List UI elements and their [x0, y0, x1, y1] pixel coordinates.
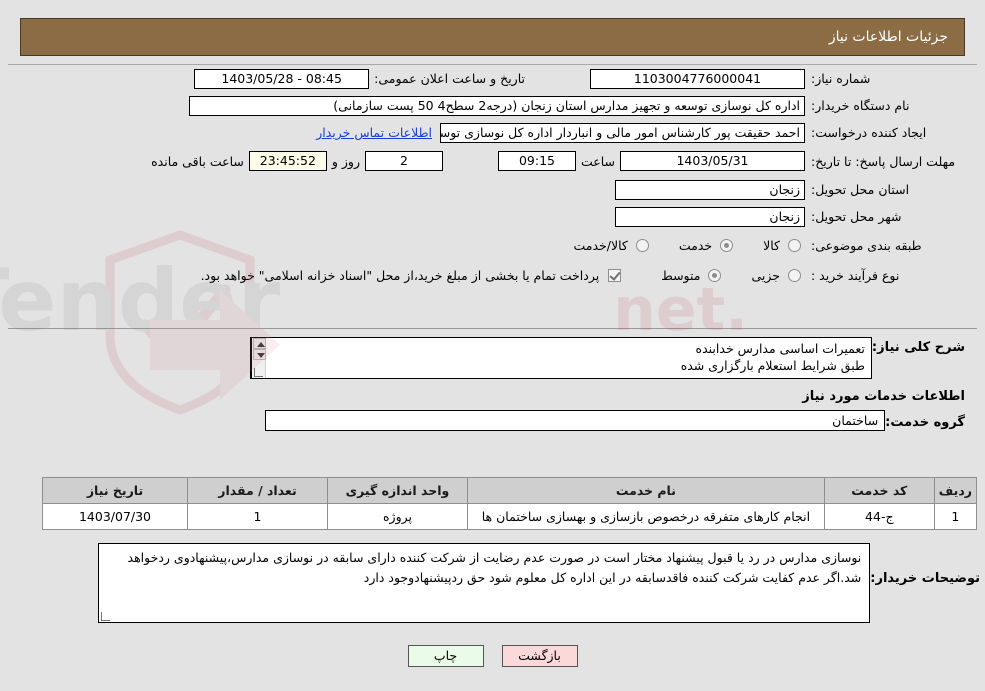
- process-option-jozei[interactable]: جزیی: [751, 268, 805, 283]
- print-button[interactable]: چاپ: [407, 645, 484, 667]
- col-unit: واحد اندازه گیری: [327, 477, 468, 504]
- requester-label: ایجاد کننده درخواست:: [811, 125, 927, 140]
- service-group-value: ساختمان: [265, 410, 886, 431]
- category-option-kala[interactable]: کالا: [763, 238, 805, 253]
- description-section: شرح کلی نیاز: تعمیرات اساسی مدارس خدابند…: [8, 333, 977, 431]
- category-option-kala-khedmat[interactable]: کالا/خدمت: [573, 238, 652, 253]
- treasury-note: پرداخت تمام یا بخشی از مبلغ خرید،از محل …: [200, 267, 600, 283]
- services-table-wrapper: ردیف کد خدمت نام خدمت واحد اندازه گیری ت…: [42, 477, 978, 530]
- announce-datetime-value: 1403/05/28 - 08:45: [194, 68, 370, 89]
- radio-icon-kala[interactable]: [788, 238, 801, 252]
- radio-icon-khedmat[interactable]: [720, 238, 734, 252]
- cell-need-date: 1403/07/30: [42, 503, 188, 530]
- city-label: شهر محل تحویل:: [811, 209, 902, 224]
- city-value: زنجان: [615, 206, 805, 227]
- footer-actions: بازگشت چاپ: [0, 645, 985, 667]
- row-process-type: نوع فرآیند خرید : جزیی متوسط پرداخت تمام…: [8, 260, 977, 290]
- row-deadline: مهلت ارسال پاسخ: تا تاریخ: 1403/05/31 سا…: [8, 146, 977, 176]
- need-number-value: 1103004776000041: [590, 68, 805, 89]
- table-header-row: ردیف کد خدمت نام خدمت واحد اندازه گیری ت…: [42, 477, 978, 504]
- process-option-motavaset-label: متوسط: [661, 267, 701, 283]
- services-section-title: اطلاعات خدمات مورد نیاز: [802, 389, 965, 404]
- col-need-date: تاریخ نیاز: [42, 477, 188, 504]
- cell-quantity: 1: [187, 503, 328, 530]
- requester-value: احمد حقیقت پور کارشناس امور مالی و انبار…: [440, 122, 805, 143]
- process-type-label: نوع فرآیند خرید :: [811, 267, 900, 283]
- buyer-notes-label: توضیحات خریدار:: [870, 571, 980, 586]
- cell-name: انجام کارهای متفرقه درخصوص بازسازی و بهس…: [467, 503, 825, 530]
- resize-grip-icon[interactable]: [253, 367, 263, 377]
- row-service-group: گروه خدمت: ساختمان: [8, 406, 977, 431]
- row-need-number: شماره نیاز: 1103004776000041 تاریخ و ساع…: [8, 65, 977, 92]
- row-requester: ایجاد کننده درخواست: احمد حقیقت پور کارش…: [8, 119, 977, 146]
- deadline-date-value: 1403/05/31: [620, 151, 805, 171]
- category-option-kala-khedmat-label: کالا/خدمت: [573, 237, 628, 253]
- scroll-down-icon[interactable]: [252, 349, 266, 360]
- countdown-label: ساعت باقی مانده: [151, 153, 244, 169]
- deadline-label: مهلت ارسال پاسخ: تا تاریخ:: [811, 153, 956, 169]
- description-line-1: تعمیرات اساسی مدارس خدابنده: [695, 341, 865, 356]
- textarea-scrollbar[interactable]: [250, 338, 266, 378]
- category-label: طبقه بندی موضوعی:: [811, 237, 922, 253]
- window-title-bar: جزئیات اطلاعات نیاز: [20, 18, 965, 56]
- category-option-khedmat[interactable]: خدمت: [679, 238, 737, 253]
- buyer-org-label: نام دستگاه خریدار:: [811, 98, 910, 113]
- back-button[interactable]: بازگشت: [501, 645, 578, 667]
- province-label: استان محل تحویل:: [811, 182, 910, 197]
- radio-icon-motavaset[interactable]: [708, 268, 722, 282]
- need-info-panel: شماره نیاز: 1103004776000041 تاریخ و ساع…: [8, 64, 977, 329]
- process-option-motavaset[interactable]: متوسط: [661, 268, 725, 283]
- category-option-khedmat-label: خدمت: [678, 237, 713, 253]
- row-buyer-org: نام دستگاه خریدار: اداره کل نوسازی توسعه…: [8, 92, 977, 119]
- buyer-notes-text: نوسازی مدارس در رد یا قبول پیشنهاد مختار…: [127, 550, 862, 585]
- services-table: ردیف کد خدمت نام خدمت واحد اندازه گیری ت…: [42, 477, 978, 530]
- description-textarea[interactable]: تعمیرات اساسی مدارس خدابنده طبق شرایط اس…: [249, 337, 872, 379]
- service-group-label: گروه خدمت:: [885, 414, 965, 430]
- cell-row: 1: [933, 503, 978, 530]
- table-row: 1 ج-44 انجام کارهای متفرقه درخصوص بازساز…: [42, 503, 978, 530]
- page-root: AriaTender .net جزئیات اطلاعات نیاز شمار…: [0, 0, 985, 691]
- remaining-days-label: روز و: [331, 153, 360, 169]
- deadline-time-label: ساعت: [580, 153, 615, 169]
- radio-icon-jozei[interactable]: [788, 268, 801, 282]
- province-value: زنجان: [615, 179, 805, 200]
- description-label: شرح کلی نیاز:: [871, 340, 965, 355]
- need-number-label: شماره نیاز:: [811, 71, 871, 86]
- notes-resize-grip-icon[interactable]: [100, 611, 110, 621]
- radio-icon-kala-khedmat[interactable]: [635, 238, 649, 252]
- process-option-jozei-label: جزیی: [751, 267, 780, 283]
- announce-datetime-label: تاریخ و ساعت اعلان عمومی:: [374, 71, 525, 86]
- col-row: ردیف: [933, 477, 978, 504]
- row-buyer-notes: توضیحات خریدار: نوسازی مدارس در رد یا قب…: [90, 543, 980, 623]
- cell-code: ج-44: [823, 503, 935, 530]
- col-code: کد خدمت: [823, 477, 935, 504]
- countdown-timer: 23:45:52: [248, 151, 327, 171]
- page-title: جزئیات اطلاعات نیاز: [828, 29, 948, 45]
- col-name: نام خدمت: [467, 477, 825, 504]
- category-option-kala-label: کالا: [763, 237, 780, 253]
- treasury-checkbox[interactable]: [608, 268, 622, 282]
- buyer-contact-link[interactable]: اطلاعات تماس خریدار: [316, 125, 432, 140]
- remaining-days-value: 2: [364, 151, 443, 171]
- row-city: شهر محل تحویل: زنجان: [8, 203, 977, 230]
- scroll-up-icon[interactable]: [252, 338, 266, 349]
- cell-unit: پروژه: [327, 503, 468, 530]
- col-quantity: تعداد / مقدار: [187, 477, 328, 504]
- row-general-description: شرح کلی نیاز: تعمیرات اساسی مدارس خدابند…: [8, 333, 977, 379]
- buyer-notes-textarea[interactable]: نوسازی مدارس در رد یا قبول پیشنهاد مختار…: [98, 543, 871, 623]
- description-line-2: طبق شرایط استعلام بارگزاری شده: [680, 358, 865, 373]
- row-province: استان محل تحویل: زنجان: [8, 176, 977, 203]
- buyer-org-value: اداره کل نوسازی توسعه و تجهیز مدارس استا…: [189, 95, 805, 116]
- row-category: طبقه بندی موضوعی: کالا خدمت کالا/خدمت: [8, 230, 977, 260]
- deadline-time-value: 09:15: [497, 151, 576, 171]
